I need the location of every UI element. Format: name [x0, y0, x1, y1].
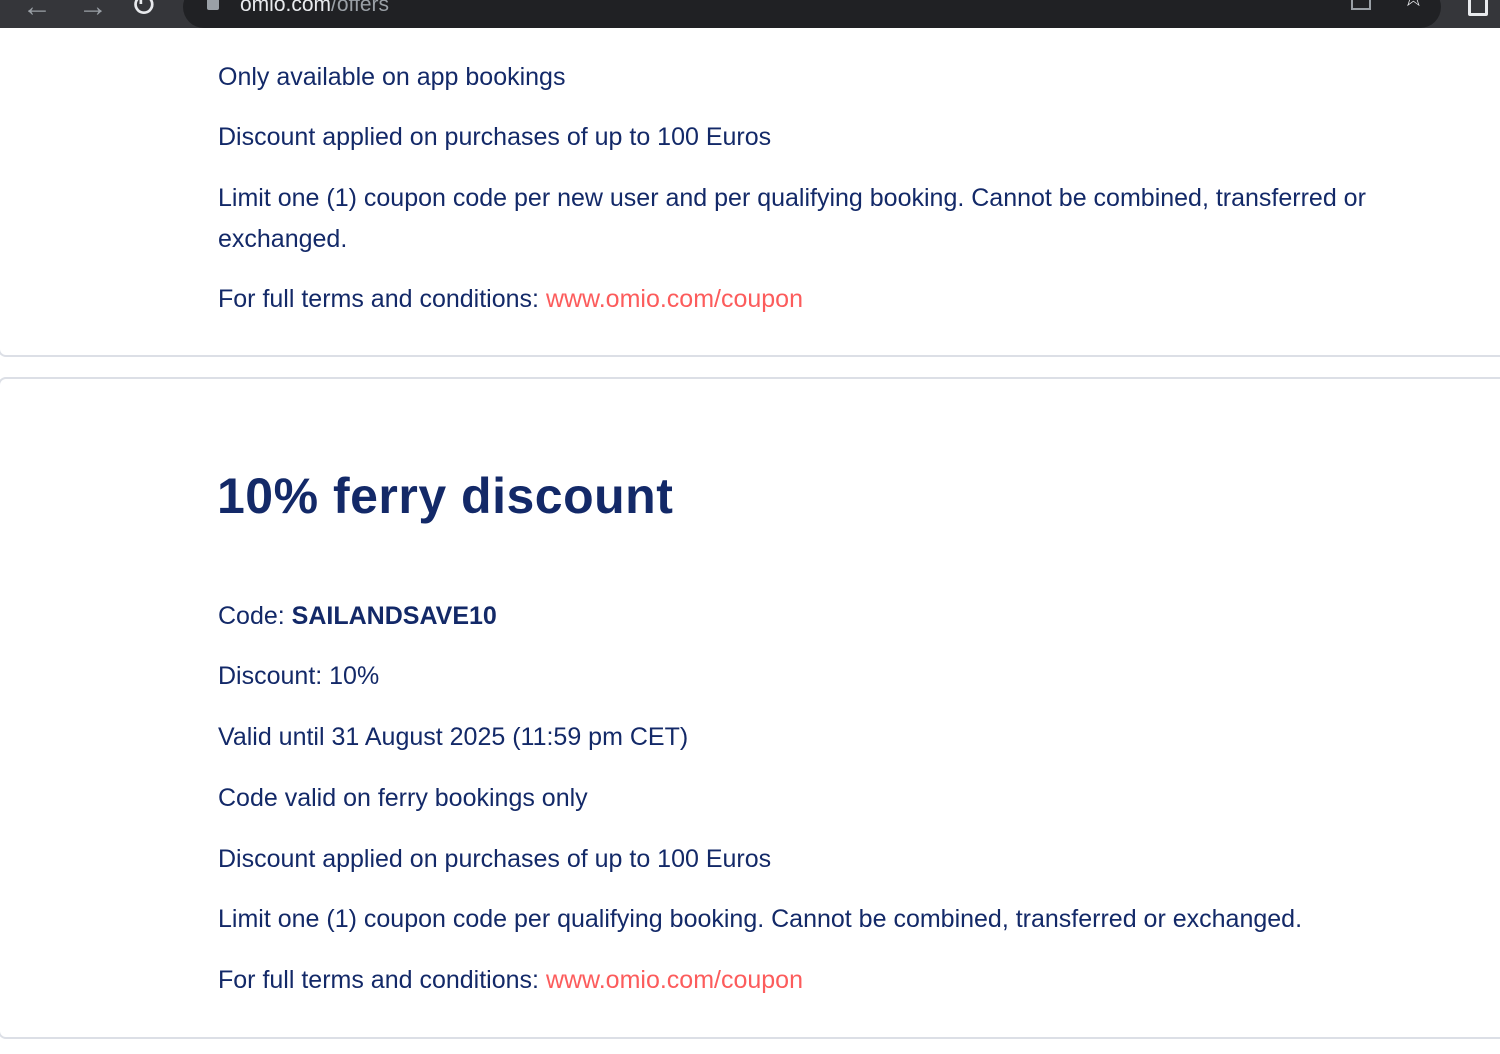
extensions-icon[interactable]	[1468, 0, 1488, 16]
coupon-limit: Limit one (1) coupon code per qualifying…	[218, 905, 1303, 933]
coupon-condition: Limit one (1) coupon code per new user a…	[218, 184, 1366, 253]
coupon-code-label: Code:	[218, 602, 285, 630]
lock-icon[interactable]	[207, 0, 219, 10]
url-path: /offers	[331, 0, 390, 16]
terms-link[interactable]: www.omio.com/coupon	[546, 285, 803, 313]
coupon-title: 10% ferry discount	[217, 468, 674, 524]
address-bar[interactable]: omio.com/offers ☆	[183, 0, 1441, 28]
url-host: omio.com	[240, 0, 332, 16]
coupon-validity: Valid until 31 August 2025 (11:59 pm CET…	[218, 723, 689, 751]
reload-icon[interactable]: ↻	[130, 0, 157, 21]
coupon-condition: Discount applied on purchases of up to 1…	[218, 123, 772, 151]
coupon-code-value: SAILANDSAVE10	[291, 602, 497, 630]
terms-label: For full terms and conditions:	[218, 966, 539, 994]
back-arrow-icon[interactable]: ←	[22, 0, 52, 22]
coupon-code-line: Code: SAILANDSAVE10	[218, 601, 497, 631]
terms-line: For full terms and conditions: www.omio.…	[218, 284, 803, 314]
coupon-condition: Only available on app bookings	[218, 63, 566, 91]
bookmark-star-icon[interactable]: ☆	[1402, 0, 1425, 12]
coupon-scope: Code valid on ferry bookings only	[218, 784, 588, 812]
url-text[interactable]: omio.com/offers	[240, 0, 389, 17]
coupon-discount: Discount: 10%	[218, 662, 380, 690]
terms-link[interactable]: www.omio.com/coupon	[546, 966, 803, 994]
terms-label: For full terms and conditions:	[218, 285, 539, 313]
coupon-cap: Discount applied on purchases of up to 1…	[218, 845, 772, 873]
forward-arrow-icon[interactable]: →	[78, 0, 108, 22]
share-icon[interactable]	[1351, 0, 1371, 10]
terms-line: For full terms and conditions: www.omio.…	[218, 965, 803, 995]
